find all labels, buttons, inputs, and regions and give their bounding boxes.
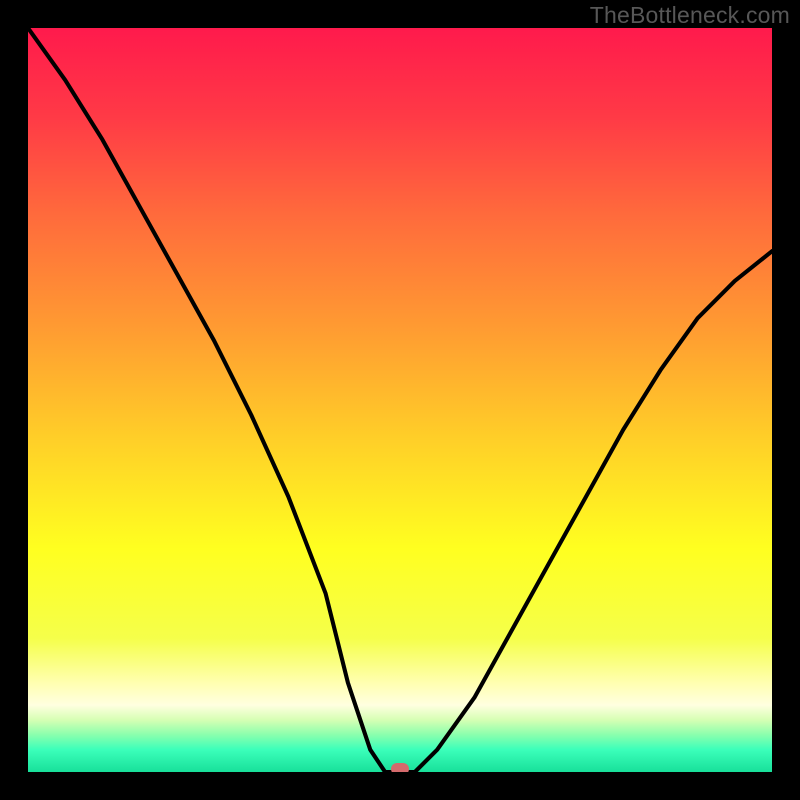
plot-area xyxy=(28,28,772,772)
watermark-label: TheBottleneck.com xyxy=(590,2,790,29)
bottleneck-curve xyxy=(28,28,772,772)
curve-path xyxy=(28,28,772,772)
bottleneck-marker xyxy=(391,763,409,772)
chart-frame: TheBottleneck.com xyxy=(0,0,800,800)
